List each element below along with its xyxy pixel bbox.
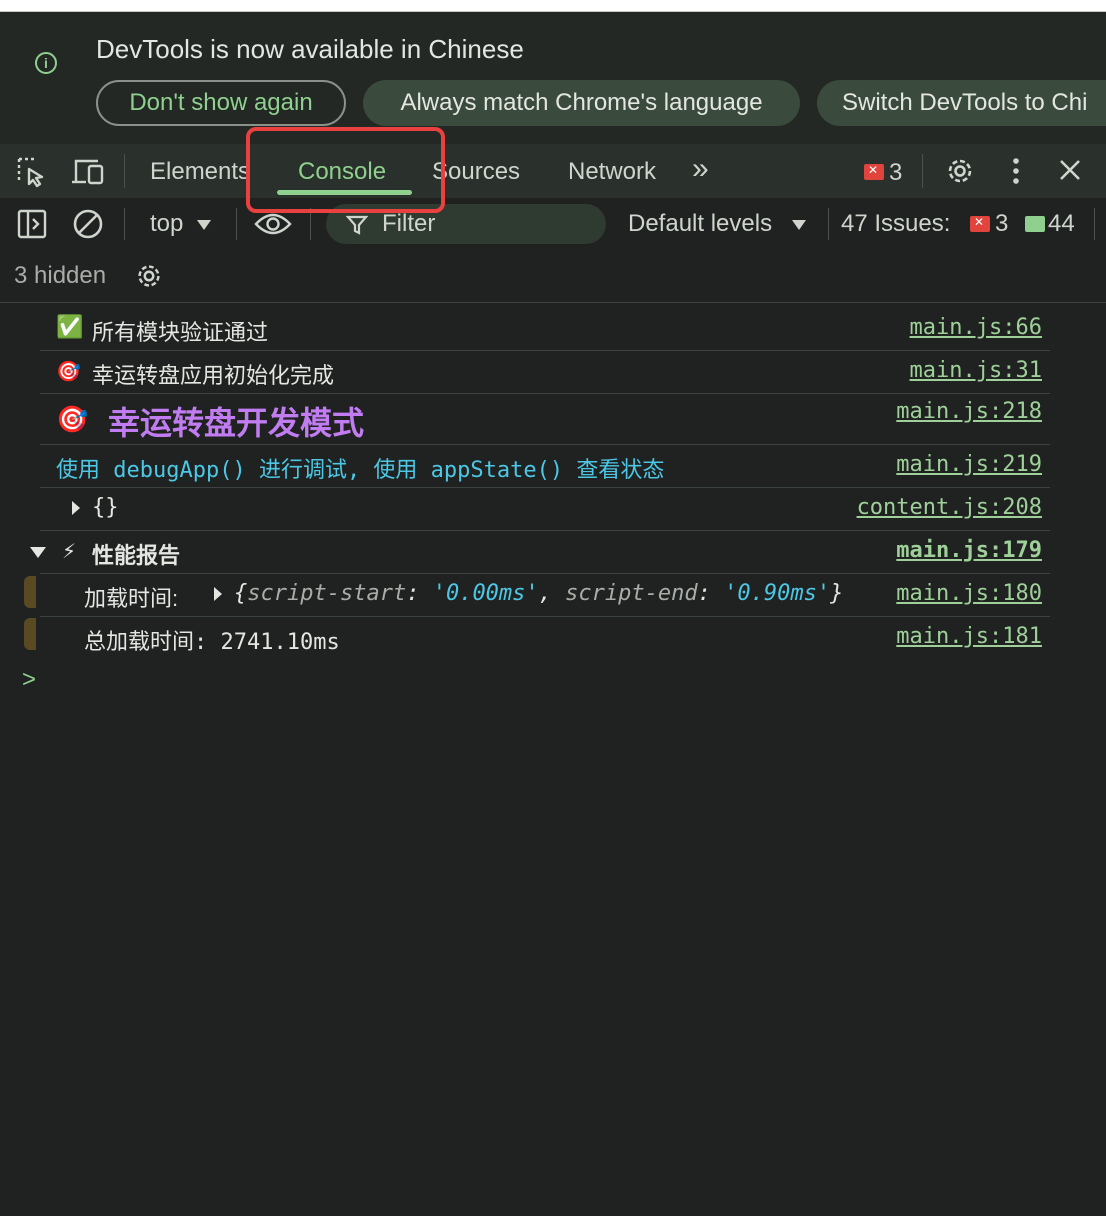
group-indent-bar [24,618,36,650]
log-levels-dropdown[interactable]: Default levels [628,210,772,238]
lightning-icon: ⚡ [62,541,77,563]
console-message: ✅ 所有模块验证通过 main.js:66 [40,306,1050,351]
console-message: 🎯 幸运转盘应用初始化完成 main.js:31 [40,351,1050,394]
switch-language-button[interactable]: Switch DevTools to Chi [817,80,1106,126]
filter-placeholder: Filter [382,210,436,237]
message-text: 幸运转盘应用初始化完成 [92,363,335,388]
console-group-header[interactable]: ⚡ 性能报告 main.js:179 [30,531,1050,574]
language-infobar: i DevTools is now available in Chinese D… [0,12,1106,144]
console-message: 🎯 幸运转盘开发模式 main.js:218 [40,394,1050,445]
dont-show-again-button[interactable]: Don't show again [96,80,346,126]
message-text: 总加载时间: 2741.10ms [84,630,340,655]
group-indent-bar [24,576,36,608]
issues-error-count[interactable]: 3 [995,210,1008,238]
issues-error-icon [970,215,990,232]
chevron-down-icon[interactable] [792,220,806,230]
target-icon: 🎯 [56,361,81,383]
brace: { [234,581,248,606]
always-match-language-button[interactable]: Always match Chrome's language [363,80,800,126]
object-value: '0.90ms' [724,581,831,606]
settings-gear-icon[interactable] [943,154,977,188]
console-tab-highlight-annotation [246,127,445,213]
source-link[interactable]: main.js:179 [896,538,1042,563]
chevron-down-icon[interactable] [197,220,211,230]
source-link[interactable]: main.js:218 [896,399,1042,424]
divider [236,208,237,240]
error-count[interactable]: 3 [889,159,902,187]
source-link[interactable]: main.js:180 [896,581,1042,606]
close-icon[interactable] [1058,158,1082,182]
object-preview[interactable]: {script-start: '0.00ms', script-end: '0.… [234,581,843,606]
message-text: 使用 debugApp() 进行调试, 使用 appState() 查看状态 [56,458,665,483]
filter-funnel-icon [346,215,368,235]
device-toolbar-icon[interactable] [70,156,106,188]
infobar-message: DevTools is now available in Chinese [96,34,524,64]
divider [828,208,829,240]
tab-sources[interactable]: Sources [432,158,520,186]
more-tabs-chevron-icon[interactable]: » [692,152,709,186]
expand-caret-icon[interactable] [72,501,80,515]
clear-console-icon[interactable] [72,208,104,240]
console-message: 总加载时间: 2741.10ms main.js:181 [40,617,1050,657]
source-link[interactable]: main.js:181 [896,624,1042,649]
message-text: 所有模块验证通过 [92,320,269,345]
comma: , [538,581,552,606]
object-value: '0.00ms' [432,581,539,606]
tab-elements[interactable]: Elements [150,158,250,186]
object-key: script-start [247,581,407,606]
console-settings-gear-icon[interactable] [133,260,165,292]
issues-label[interactable]: 47 Issues: [841,210,950,238]
source-link[interactable]: main.js:66 [910,315,1042,340]
divider [1094,208,1095,240]
window-top-edge [0,0,1106,12]
console-message: 使用 debugApp() 进行调试, 使用 appState() 查看状态 m… [40,445,1050,488]
message-text: 幸运转盘开发模式 [108,405,365,441]
divider [922,154,923,188]
tab-network[interactable]: Network [568,158,656,186]
collapse-caret-icon[interactable] [30,547,46,558]
group-title: 性能报告 [92,543,181,568]
hidden-count: 3 hidden [14,262,107,289]
inspect-element-icon[interactable] [16,156,48,188]
colon: : [406,581,420,606]
message-label: 加载时间: [84,586,179,611]
hidden-messages-bar: 3 hidden [0,250,1106,303]
source-link[interactable]: main.js:31 [910,358,1042,383]
expand-caret-icon[interactable] [214,587,222,601]
object-key: script-end [565,581,698,606]
more-options-icon[interactable] [1004,156,1028,186]
panel-tabbar: Elements Console Sources Network » 3 [0,144,1106,198]
console-message: {} content.js:208 [40,488,1050,531]
issues-message-icon [1025,216,1045,232]
error-badge-icon [864,163,884,180]
object-preview[interactable]: {} [92,495,119,520]
console-message: 加载时间: {script-start: '0.00ms', script-en… [40,574,1050,617]
divider [124,208,125,240]
colon: : [697,581,711,606]
console-prompt-icon[interactable]: > [22,666,36,694]
source-link[interactable]: content.js:208 [857,495,1042,520]
target-icon: 🎯 [56,404,89,434]
sidebar-toggle-icon[interactable] [16,208,48,240]
brace: } [830,581,844,606]
divider [124,154,125,188]
source-link[interactable]: main.js:219 [896,452,1042,477]
check-icon: ✅ [56,314,84,339]
context-selector[interactable]: top [150,210,183,238]
live-expression-eye-icon[interactable] [254,210,292,238]
console-toolbar: top Filter Default levels 47 Issues: 3 4… [0,198,1106,250]
info-icon: i [35,52,57,74]
issues-message-count[interactable]: 44 [1048,210,1075,238]
